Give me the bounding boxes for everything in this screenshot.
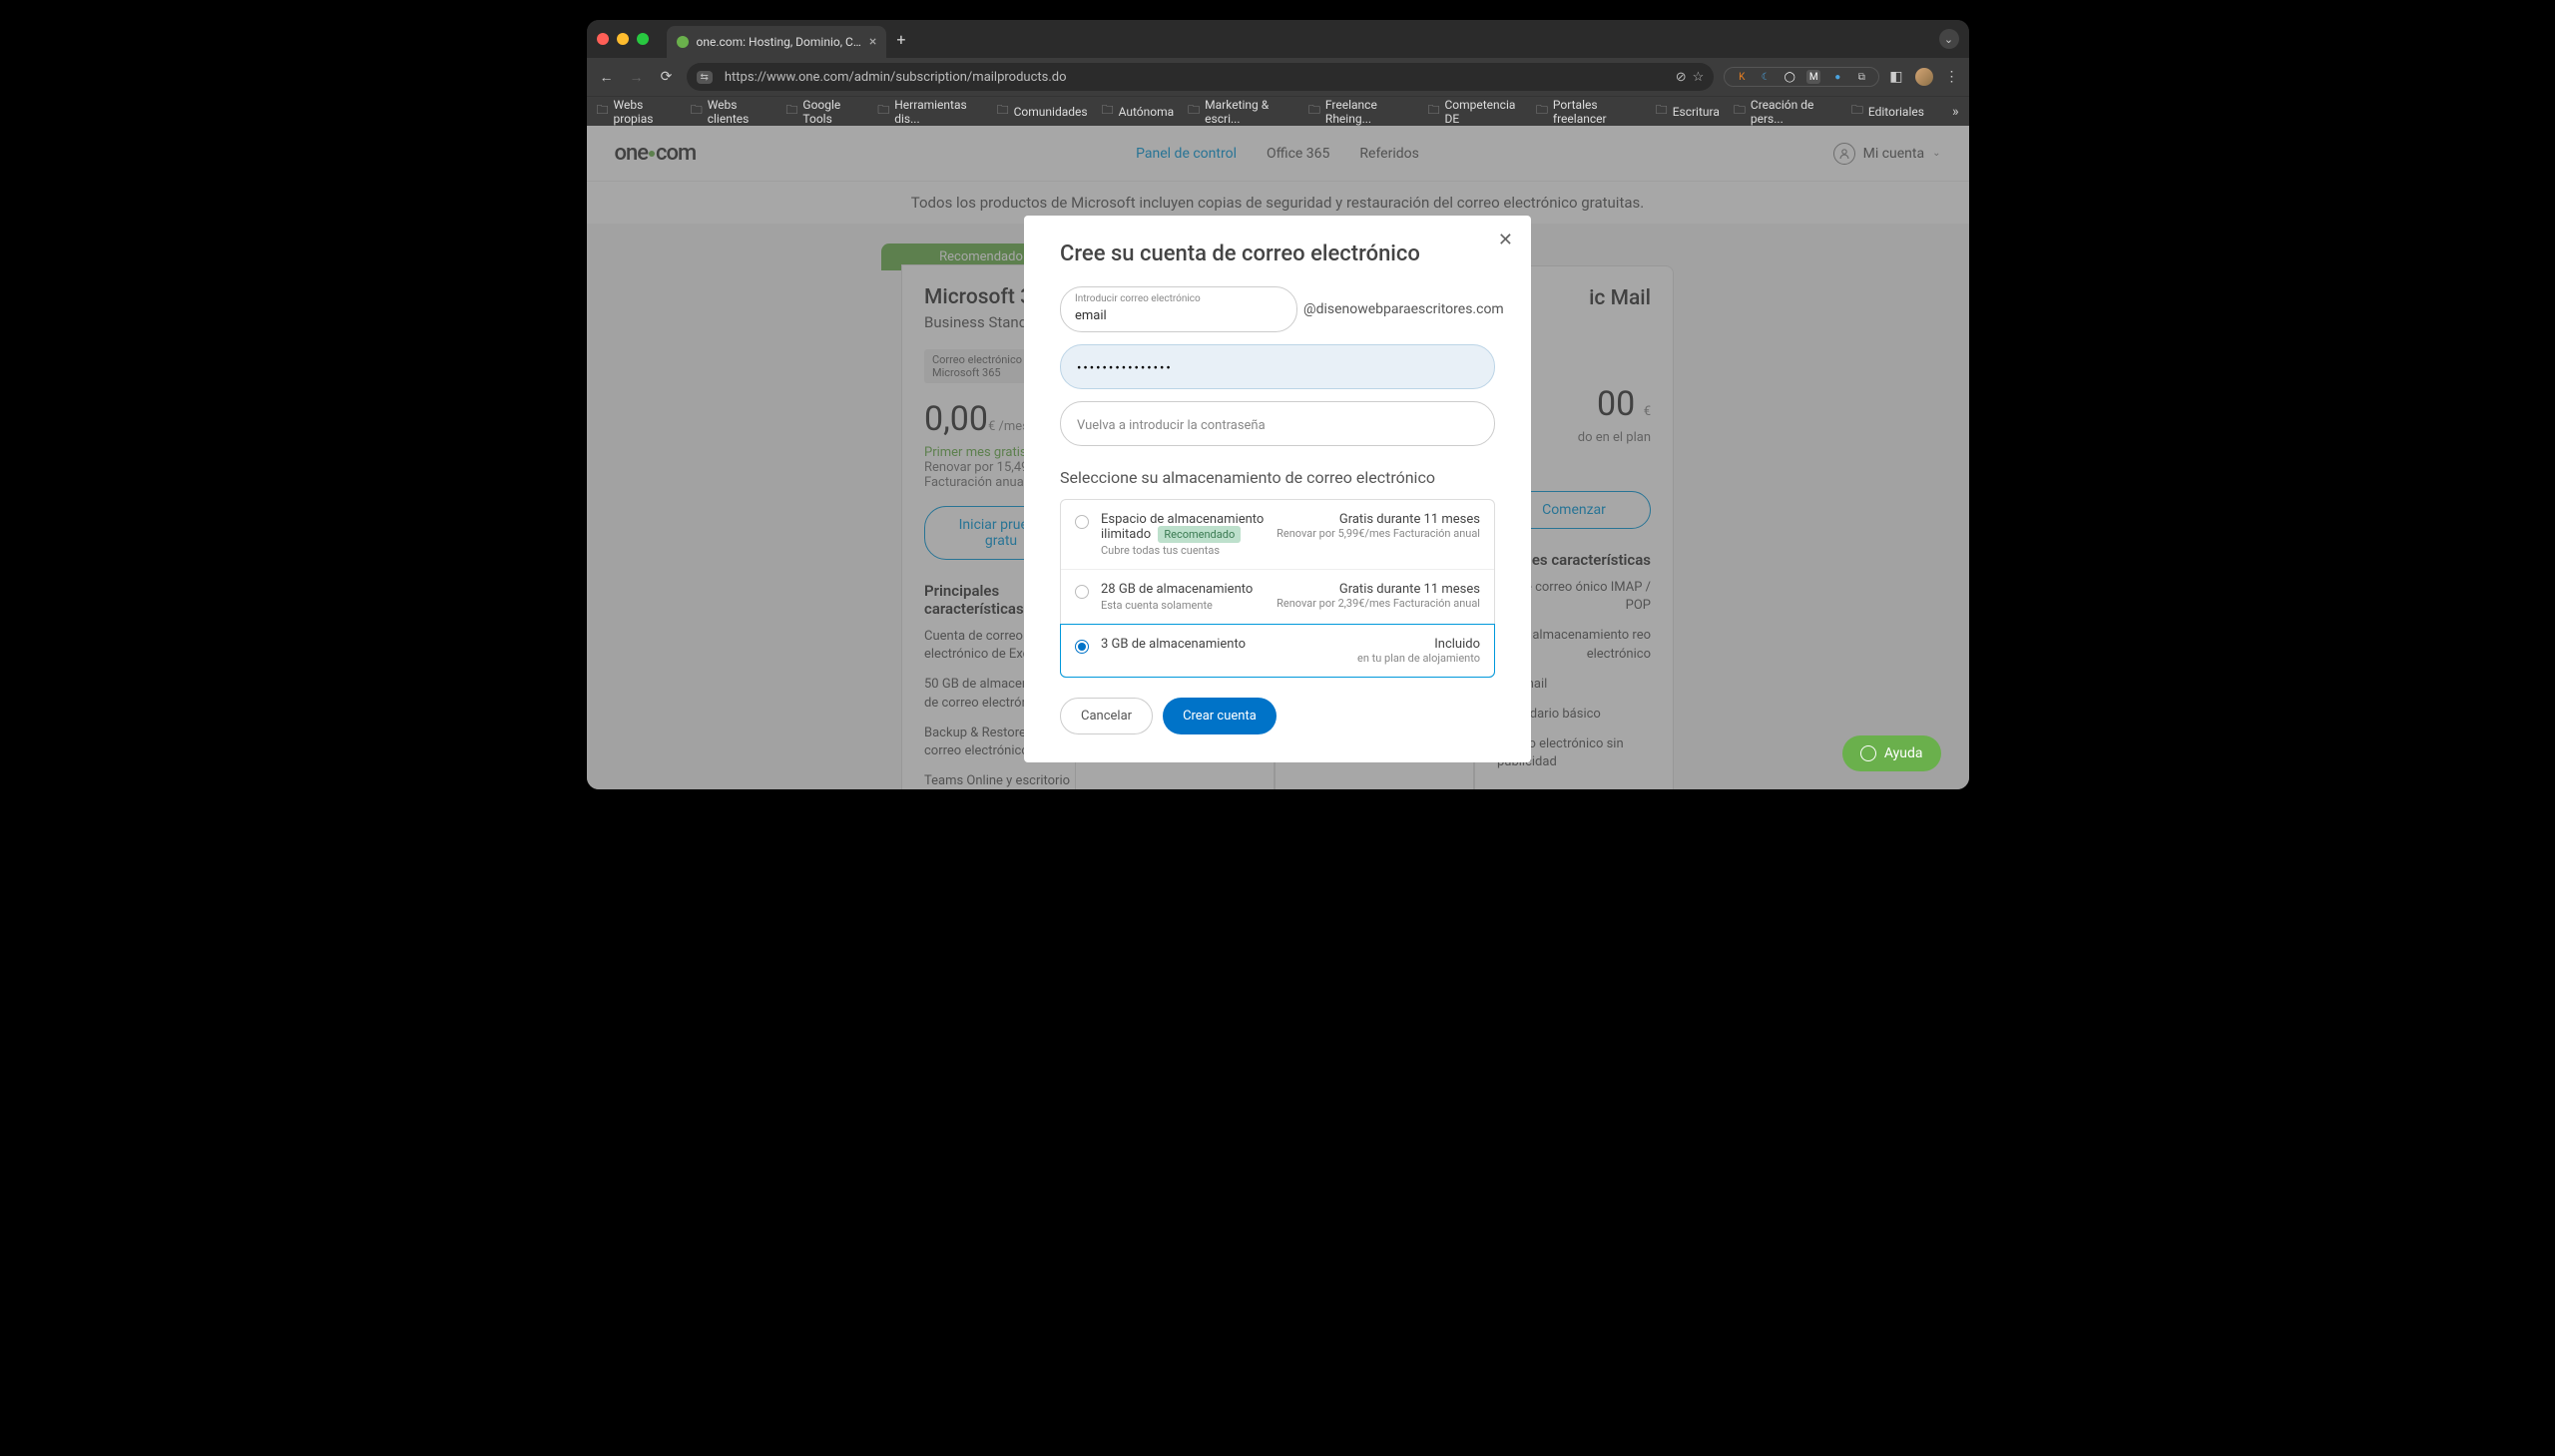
email-label: Introducir correo electrónico bbox=[1075, 293, 1282, 304]
favicon bbox=[677, 36, 689, 48]
option-subtitle: Esta cuenta solamente bbox=[1101, 599, 1265, 612]
close-tab-icon[interactable]: × bbox=[869, 34, 876, 50]
password-confirm-wrapper[interactable] bbox=[1060, 401, 1495, 446]
storage-option-unlimited[interactable]: Espacio de almacenamiento ilimitado Reco… bbox=[1061, 500, 1494, 570]
bookmark-folder[interactable]: 🗀Marketing & escri... bbox=[1188, 98, 1294, 126]
recommended-pill: Recomendado bbox=[1158, 526, 1241, 543]
maximize-window-button[interactable] bbox=[637, 33, 649, 45]
forward-button[interactable]: → bbox=[627, 69, 647, 86]
tab-title: one.com: Hosting, Dominio, C… bbox=[697, 35, 861, 49]
url-field[interactable]: ⇆ https://www.one.com/admin/subscription… bbox=[687, 63, 1715, 91]
option-price: Gratis durante 11 meses bbox=[1277, 582, 1480, 597]
chat-icon bbox=[1860, 745, 1876, 761]
option-price-sub: en tu plan de alojamiento bbox=[1357, 652, 1480, 665]
bookmark-folder[interactable]: 🗀Google Tools bbox=[785, 98, 863, 126]
bookmark-folder[interactable]: 🗀Herramientas dis... bbox=[877, 98, 982, 126]
traffic-lights bbox=[597, 33, 649, 45]
option-price-sub: Renovar por 5,99€/mes Facturación anual bbox=[1277, 527, 1480, 540]
url-bar: ← → ⟳ ⇆ https://www.one.com/admin/subscr… bbox=[587, 58, 1969, 96]
bookmarks-overflow[interactable]: » bbox=[1952, 104, 1959, 120]
close-modal-button[interactable]: ✕ bbox=[1498, 230, 1513, 250]
bookmark-folder[interactable]: 🗀Escritura bbox=[1656, 101, 1720, 122]
extensions-group: K ☾ ◯ M ● ⧉ bbox=[1724, 67, 1879, 87]
toolbar-icons: ◧ ⋮ bbox=[1889, 68, 1958, 86]
new-tab-button[interactable]: + bbox=[886, 30, 915, 49]
bookmark-folder[interactable]: 🗀Editoriales bbox=[1851, 101, 1924, 122]
bookmark-folder[interactable]: 🗀Webs propias bbox=[597, 98, 677, 126]
bookmark-folder[interactable]: 🗀Comunidades bbox=[997, 101, 1088, 122]
tab-bar: one.com: Hosting, Dominio, C… × + ⌄ bbox=[587, 20, 1969, 58]
extension-icon[interactable]: ● bbox=[1830, 70, 1844, 84]
star-icon[interactable]: ☆ bbox=[1693, 70, 1705, 85]
email-input[interactable] bbox=[1075, 308, 1282, 323]
browser-tab[interactable]: one.com: Hosting, Dominio, C… × bbox=[667, 26, 887, 58]
bookmark-folder[interactable]: 🗀Autónoma bbox=[1102, 101, 1175, 122]
extension-icon[interactable]: ⧉ bbox=[1854, 70, 1868, 84]
minimize-window-button[interactable] bbox=[617, 33, 629, 45]
help-label: Ayuda bbox=[1884, 745, 1923, 761]
chrome-menu-icon[interactable]: ⋮ bbox=[1945, 69, 1959, 85]
option-subtitle: Cubre todas tus cuentas bbox=[1101, 544, 1265, 557]
cancel-button[interactable]: Cancelar bbox=[1060, 698, 1153, 734]
side-panel-icon[interactable]: ◧ bbox=[1889, 69, 1902, 85]
modal-title: Cree su cuenta de correo electrónico bbox=[1060, 242, 1495, 266]
password-input[interactable] bbox=[1077, 361, 1478, 376]
browser-window: one.com: Hosting, Dominio, C… × + ⌄ ← → … bbox=[587, 20, 1969, 789]
option-price: Incluido bbox=[1357, 637, 1480, 652]
storage-option-3gb[interactable]: 3 GB de almacenamiento Incluido en tu pl… bbox=[1060, 624, 1495, 678]
storage-options: Espacio de almacenamiento ilimitado Reco… bbox=[1060, 499, 1495, 678]
extension-icon[interactable]: K bbox=[1735, 70, 1749, 84]
bookmarks-bar: 🗀Webs propias 🗀Webs clientes 🗀Google Too… bbox=[587, 96, 1969, 126]
create-email-modal: ✕ Cree su cuenta de correo electrónico I… bbox=[1024, 216, 1531, 762]
bookmark-folder[interactable]: 🗀Webs clientes bbox=[691, 98, 772, 126]
create-account-button[interactable]: Crear cuenta bbox=[1163, 698, 1277, 734]
close-window-button[interactable] bbox=[597, 33, 609, 45]
extension-icon[interactable]: M bbox=[1806, 70, 1820, 84]
email-input-wrapper[interactable]: Introducir correo electrónico bbox=[1060, 286, 1297, 332]
tab-dropdown-button[interactable]: ⌄ bbox=[1939, 29, 1959, 49]
extension-icon[interactable]: ◯ bbox=[1783, 70, 1796, 84]
option-price: Gratis durante 11 meses bbox=[1277, 512, 1480, 527]
site-info-icon[interactable]: ⇆ bbox=[697, 71, 713, 84]
storage-heading: Seleccione su almacenamiento de correo e… bbox=[1060, 468, 1495, 487]
password-input-wrapper[interactable] bbox=[1060, 344, 1495, 389]
bookmark-folder[interactable]: 🗀Creación de pers... bbox=[1734, 98, 1837, 126]
profile-avatar[interactable] bbox=[1915, 68, 1933, 86]
modal-overlay[interactable]: ✕ Cree su cuenta de correo electrónico I… bbox=[587, 126, 1969, 789]
back-button[interactable]: ← bbox=[597, 69, 617, 86]
option-title: Espacio de almacenamiento ilimitado Reco… bbox=[1101, 512, 1265, 542]
key-icon[interactable]: ⊘ bbox=[1676, 70, 1687, 85]
url-text: https://www.one.com/admin/subscription/m… bbox=[725, 70, 1670, 85]
radio-button[interactable] bbox=[1075, 585, 1089, 599]
option-title: 28 GB de almacenamiento bbox=[1101, 582, 1265, 597]
password-confirm-input[interactable] bbox=[1077, 418, 1478, 433]
bookmark-folder[interactable]: 🗀Competencia DE bbox=[1427, 98, 1521, 126]
bookmark-folder[interactable]: 🗀Portales freelancer bbox=[1536, 98, 1642, 126]
modal-actions: Cancelar Crear cuenta bbox=[1060, 698, 1495, 734]
reload-button[interactable]: ⟳ bbox=[657, 69, 677, 85]
radio-button[interactable] bbox=[1075, 515, 1089, 529]
extension-icon[interactable]: ☾ bbox=[1759, 70, 1773, 84]
storage-option-28gb[interactable]: 28 GB de almacenamiento Esta cuenta sola… bbox=[1061, 570, 1494, 625]
option-price-sub: Renovar por 2,39€/mes Facturación anual bbox=[1277, 597, 1480, 610]
email-domain: @disenowebparaescritores.com bbox=[1303, 301, 1504, 317]
page-content: onecom Panel de control Office 365 Refer… bbox=[587, 126, 1969, 789]
radio-button[interactable] bbox=[1075, 640, 1089, 654]
bookmark-folder[interactable]: 🗀Freelance Rheing... bbox=[1308, 98, 1414, 126]
option-title: 3 GB de almacenamiento bbox=[1101, 637, 1345, 652]
help-button[interactable]: Ayuda bbox=[1842, 735, 1941, 771]
